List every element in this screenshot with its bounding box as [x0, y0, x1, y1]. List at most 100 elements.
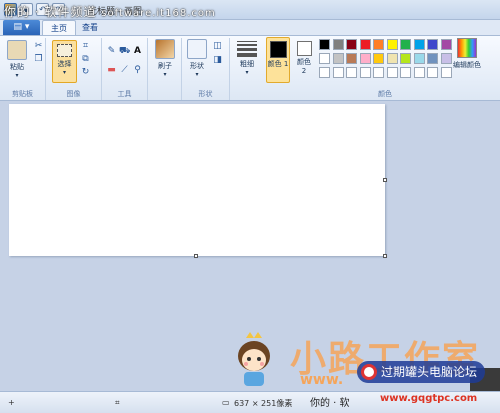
palette-color-swatch[interactable]: [332, 53, 344, 64]
color1-button[interactable]: 颜色 1: [266, 37, 290, 83]
cut-icon[interactable]: ✂: [33, 41, 44, 52]
color1-label: 颜色 1: [267, 60, 289, 68]
copy-icon[interactable]: ❐: [33, 54, 44, 65]
clipboard-group: 粘贴 ▾ ✂ ❐ 剪贴板: [0, 38, 46, 100]
shapes-button[interactable]: 形状 ▾: [186, 39, 208, 78]
watermark-forum-badge: 过期罐头电脑论坛: [357, 361, 485, 383]
palette-color-swatch[interactable]: [386, 67, 398, 78]
shapes-button-label: 形状: [190, 62, 204, 70]
paste-button[interactable]: 粘贴 ▾: [6, 40, 28, 79]
resize-handle-right[interactable]: [383, 178, 387, 182]
tools-group-label: 工具: [117, 90, 132, 98]
add-icon: +: [8, 398, 15, 407]
palette-color-swatch[interactable]: [332, 67, 344, 78]
eraser-icon[interactable]: ▬: [106, 65, 117, 76]
paste-label: 粘贴: [10, 63, 24, 71]
outline-icon[interactable]: ◫: [212, 41, 223, 52]
magnifier-icon[interactable]: ⚲: [132, 65, 143, 76]
fill-shape-icon[interactable]: ◨: [212, 55, 223, 66]
color2-swatch: [296, 41, 312, 56]
palette-color-swatch[interactable]: [319, 67, 330, 78]
color-picker-icon[interactable]: ⟋: [119, 65, 130, 76]
size-label: 粗细: [240, 60, 254, 68]
select-button[interactable]: 选择 ▾: [52, 40, 77, 83]
line-size-icon: [237, 41, 257, 57]
palette-color-swatch[interactable]: [346, 67, 357, 78]
palette-color-swatch[interactable]: [386, 53, 398, 64]
shapes-group: 形状 ▾ ◫ ◨ 形状: [182, 38, 230, 100]
palette-color-swatch[interactable]: [359, 39, 371, 50]
clipboard-group-label: 剪贴板: [12, 90, 33, 98]
ribbon-tab-row: ▤ ▾ 主页 查看: [0, 20, 500, 35]
palette-color-swatch[interactable]: [332, 39, 344, 50]
canvas-dimensions: 637 × 251像素: [234, 399, 293, 408]
shapes-icon: [187, 39, 207, 59]
color2-button[interactable]: 颜色 2: [294, 39, 314, 76]
crop-icon[interactable]: ⌗: [80, 41, 91, 52]
palette-color-swatch[interactable]: [319, 53, 330, 64]
image-group: 选择 ▾ ⌗ ⧉ ↻ 图像: [46, 38, 102, 100]
watermark-top-text: 你的 · 软件频道: [4, 5, 97, 19]
palette-color-swatch[interactable]: [413, 67, 425, 78]
color1-swatch: [269, 41, 287, 58]
canvas-size-icon: ▭: [222, 398, 230, 407]
palette-color-swatch[interactable]: [440, 67, 452, 78]
palette-color-swatch[interactable]: [359, 67, 371, 78]
shapes-group-label: 形状: [198, 90, 213, 98]
watermark-site: www.gqgtpc.com: [380, 393, 478, 404]
palette-color-swatch[interactable]: [373, 67, 384, 78]
fill-icon[interactable]: ⛟: [119, 46, 130, 57]
clipboard-icon: [7, 40, 27, 60]
brushes-group: [148, 38, 182, 100]
size-button[interactable]: 粗细 ▾: [234, 39, 260, 76]
chevron-down-icon: ▾: [245, 69, 249, 76]
edit-colors-button[interactable]: 编辑颜色: [452, 38, 482, 70]
palette-color-swatch[interactable]: [427, 67, 438, 78]
palette-color-swatch[interactable]: [373, 53, 384, 64]
palette-color-swatch[interactable]: [440, 39, 452, 50]
watermark-url: software.it168.com: [101, 8, 216, 19]
colors-group-label: 颜色: [378, 90, 392, 98]
palette-color-swatch[interactable]: [413, 39, 425, 50]
drawing-canvas[interactable]: [9, 104, 385, 256]
palette-color-swatch[interactable]: [400, 67, 411, 78]
selection-icon: ⌗: [115, 398, 120, 407]
resize-handle-bottom[interactable]: [194, 254, 198, 258]
palette-color-swatch[interactable]: [359, 53, 371, 64]
paint-menu-button[interactable]: ▤ ▾: [3, 20, 40, 35]
pencil-icon[interactable]: ✎: [106, 46, 117, 57]
palette-color-swatch[interactable]: [427, 39, 438, 50]
chevron-down-icon: ▾: [62, 69, 66, 76]
watermark-top: 你的 · 软件频道 software.it168.com: [4, 3, 216, 20]
select-label: 选择: [57, 60, 72, 68]
palette-color-swatch[interactable]: [346, 53, 357, 64]
resize-handle-corner[interactable]: [383, 254, 387, 258]
chevron-down-icon: ▾: [15, 72, 19, 79]
edit-colors-icon: [457, 38, 477, 58]
color2-label: 颜色 2: [297, 58, 311, 75]
forum-logo-icon: [361, 364, 377, 380]
palette-color-swatch[interactable]: [386, 39, 398, 50]
palette-color-swatch[interactable]: [413, 53, 425, 64]
palette-color-swatch[interactable]: [373, 39, 384, 50]
select-rect-icon: [57, 44, 72, 57]
palette-color-swatch[interactable]: [440, 53, 452, 64]
tab-view[interactable]: 查看: [74, 20, 106, 35]
watermark-forum-text: 过期罐头电脑论坛: [381, 365, 478, 379]
resize-icon[interactable]: ⧉: [80, 54, 91, 65]
edit-colors-label: 编辑颜色: [453, 61, 481, 69]
palette-color-swatch[interactable]: [400, 39, 411, 50]
cartoon-mascot-image: [238, 332, 270, 386]
watermark-www: www.: [300, 372, 344, 388]
palette-color-swatch[interactable]: [319, 39, 330, 50]
tab-home[interactable]: 主页: [42, 20, 76, 35]
text-icon[interactable]: A: [132, 46, 143, 57]
watermark-bottom-text: 你的 · 软: [310, 398, 350, 409]
palette-color-swatch[interactable]: [346, 39, 357, 50]
palette-color-swatch[interactable]: [400, 53, 411, 64]
palette-color-swatch[interactable]: [427, 53, 438, 64]
chevron-down-icon: ▾: [195, 71, 199, 78]
rotate-icon[interactable]: ↻: [80, 67, 91, 78]
ribbon: 粘贴 ▾ ✂ ❐ 剪贴板 选择 ▾ ⌗ ⧉ ↻ 图像 ✎ ⛟ A ▬ ⟋ ⚲ 工…: [0, 35, 500, 101]
color-palette: [319, 39, 455, 79]
